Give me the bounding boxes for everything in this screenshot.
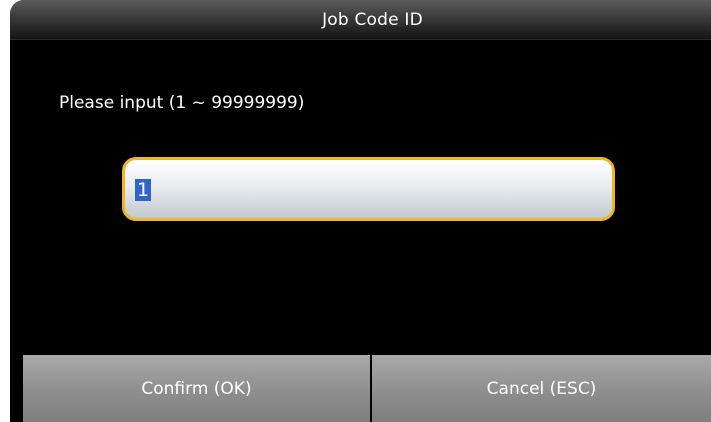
cancel-button-label: Cancel (ESC)	[486, 378, 597, 399]
button-bar: Confirm (OK) Cancel (ESC)	[10, 351, 711, 422]
input-prompt: Please input (1 ~ 99999999)	[59, 93, 305, 113]
confirm-button[interactable]: Confirm (OK)	[23, 355, 370, 422]
confirm-button-label: Confirm (OK)	[141, 378, 252, 399]
dialog-title: Job Code ID	[322, 9, 423, 30]
title-bar: Job Code ID	[10, 0, 711, 40]
dialog-screen: Job Code ID Please input (1 ~ 99999999) …	[10, 0, 711, 422]
cancel-button[interactable]: Cancel (ESC)	[372, 355, 711, 422]
job-code-input[interactable]: 1	[122, 157, 615, 221]
input-value-selected[interactable]: 1	[135, 179, 152, 201]
